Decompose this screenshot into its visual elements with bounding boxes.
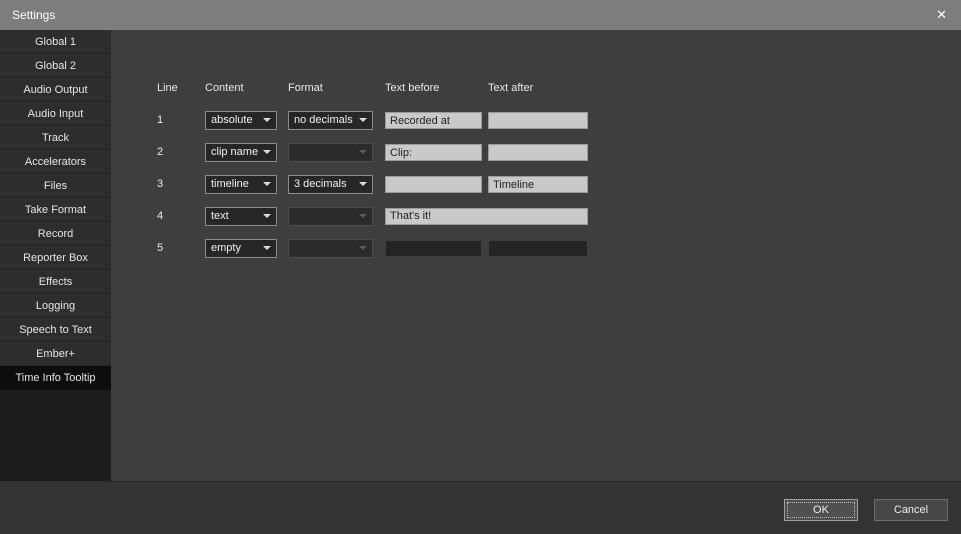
sidebar: Global 1 Global 2 Audio Output Audio Inp…	[0, 30, 111, 481]
text-after-input[interactable]	[488, 144, 588, 161]
column-header-content: Content	[205, 82, 288, 94]
sidebar-item-take-format[interactable]: Take Format	[0, 198, 111, 222]
format-dropdown	[288, 143, 373, 162]
format-dropdown	[288, 239, 373, 258]
cancel-button[interactable]: Cancel	[874, 499, 948, 521]
content-dropdown[interactable]: absolute	[205, 111, 277, 130]
sidebar-item-effects[interactable]: Effects	[0, 270, 111, 294]
chevron-down-icon	[263, 246, 271, 250]
dialog-footer: OK Cancel	[0, 481, 961, 534]
sidebar-item-ember[interactable]: Ember+	[0, 342, 111, 366]
settings-window: Settings ✕ Global 1 Global 2 Audio Outpu…	[0, 0, 961, 534]
chevron-down-icon	[359, 150, 367, 154]
content-dropdown-value: clip name	[211, 146, 263, 158]
close-icon[interactable]: ✕	[934, 7, 949, 23]
content-dropdown-value: timeline	[211, 178, 263, 190]
main-area: Global 1 Global 2 Audio Output Audio Inp…	[0, 30, 961, 481]
content-dropdown-value: absolute	[211, 114, 263, 126]
column-header-text-after: Text after	[488, 82, 588, 94]
text-after-input[interactable]	[488, 112, 588, 129]
format-dropdown	[288, 207, 373, 226]
text-before-input[interactable]	[385, 208, 588, 225]
chevron-down-icon	[263, 150, 271, 154]
sidebar-item-global-2[interactable]: Global 2	[0, 54, 111, 78]
format-dropdown-value: 3 decimals	[294, 178, 359, 190]
chevron-down-icon	[263, 182, 271, 186]
column-header-format: Format	[288, 82, 385, 94]
sidebar-item-speech-to-text[interactable]: Speech to Text	[0, 318, 111, 342]
content-dropdown[interactable]: text	[205, 207, 277, 226]
sidebar-item-files[interactable]: Files	[0, 174, 111, 198]
content-dropdown[interactable]: empty	[205, 239, 277, 258]
format-dropdown-value: no decimals	[294, 114, 359, 126]
window-title: Settings	[12, 8, 934, 22]
text-before-input[interactable]	[385, 176, 482, 193]
column-header-line: Line	[157, 82, 205, 94]
line-number: 2	[157, 146, 205, 158]
sidebar-item-reporter-box[interactable]: Reporter Box	[0, 246, 111, 270]
column-header-text-before: Text before	[385, 82, 488, 94]
content-dropdown[interactable]: timeline	[205, 175, 277, 194]
text-before-input[interactable]	[385, 112, 482, 129]
chevron-down-icon	[359, 118, 367, 122]
sidebar-item-time-info-tooltip[interactable]: Time Info Tooltip	[0, 366, 111, 390]
content-dropdown[interactable]: clip name	[205, 143, 277, 162]
ok-button[interactable]: OK	[784, 499, 858, 521]
sidebar-item-track[interactable]: Track	[0, 126, 111, 150]
sidebar-item-accelerators[interactable]: Accelerators	[0, 150, 111, 174]
line-number: 5	[157, 242, 205, 254]
line-number: 3	[157, 178, 205, 190]
chevron-down-icon	[359, 246, 367, 250]
text-after-input[interactable]	[488, 176, 588, 193]
content-panel: Line Content Format Text before Text aft…	[111, 30, 961, 481]
sidebar-item-audio-input[interactable]: Audio Input	[0, 102, 111, 126]
text-before-input[interactable]	[385, 144, 482, 161]
chevron-down-icon	[359, 214, 367, 218]
text-after-input	[488, 240, 588, 257]
sidebar-item-global-1[interactable]: Global 1	[0, 30, 111, 54]
sidebar-item-audio-output[interactable]: Audio Output	[0, 78, 111, 102]
chevron-down-icon	[359, 182, 367, 186]
format-dropdown[interactable]: no decimals	[288, 111, 373, 130]
line-number: 1	[157, 114, 205, 126]
content-dropdown-value: empty	[211, 242, 263, 254]
tooltip-lines-table: Line Content Format Text before Text aft…	[157, 72, 588, 264]
chevron-down-icon	[263, 118, 271, 122]
text-before-input	[385, 240, 482, 257]
chevron-down-icon	[263, 214, 271, 218]
format-dropdown[interactable]: 3 decimals	[288, 175, 373, 194]
sidebar-item-record[interactable]: Record	[0, 222, 111, 246]
title-bar: Settings ✕	[0, 0, 961, 30]
line-number: 4	[157, 210, 205, 222]
sidebar-item-logging[interactable]: Logging	[0, 294, 111, 318]
content-dropdown-value: text	[211, 210, 263, 222]
